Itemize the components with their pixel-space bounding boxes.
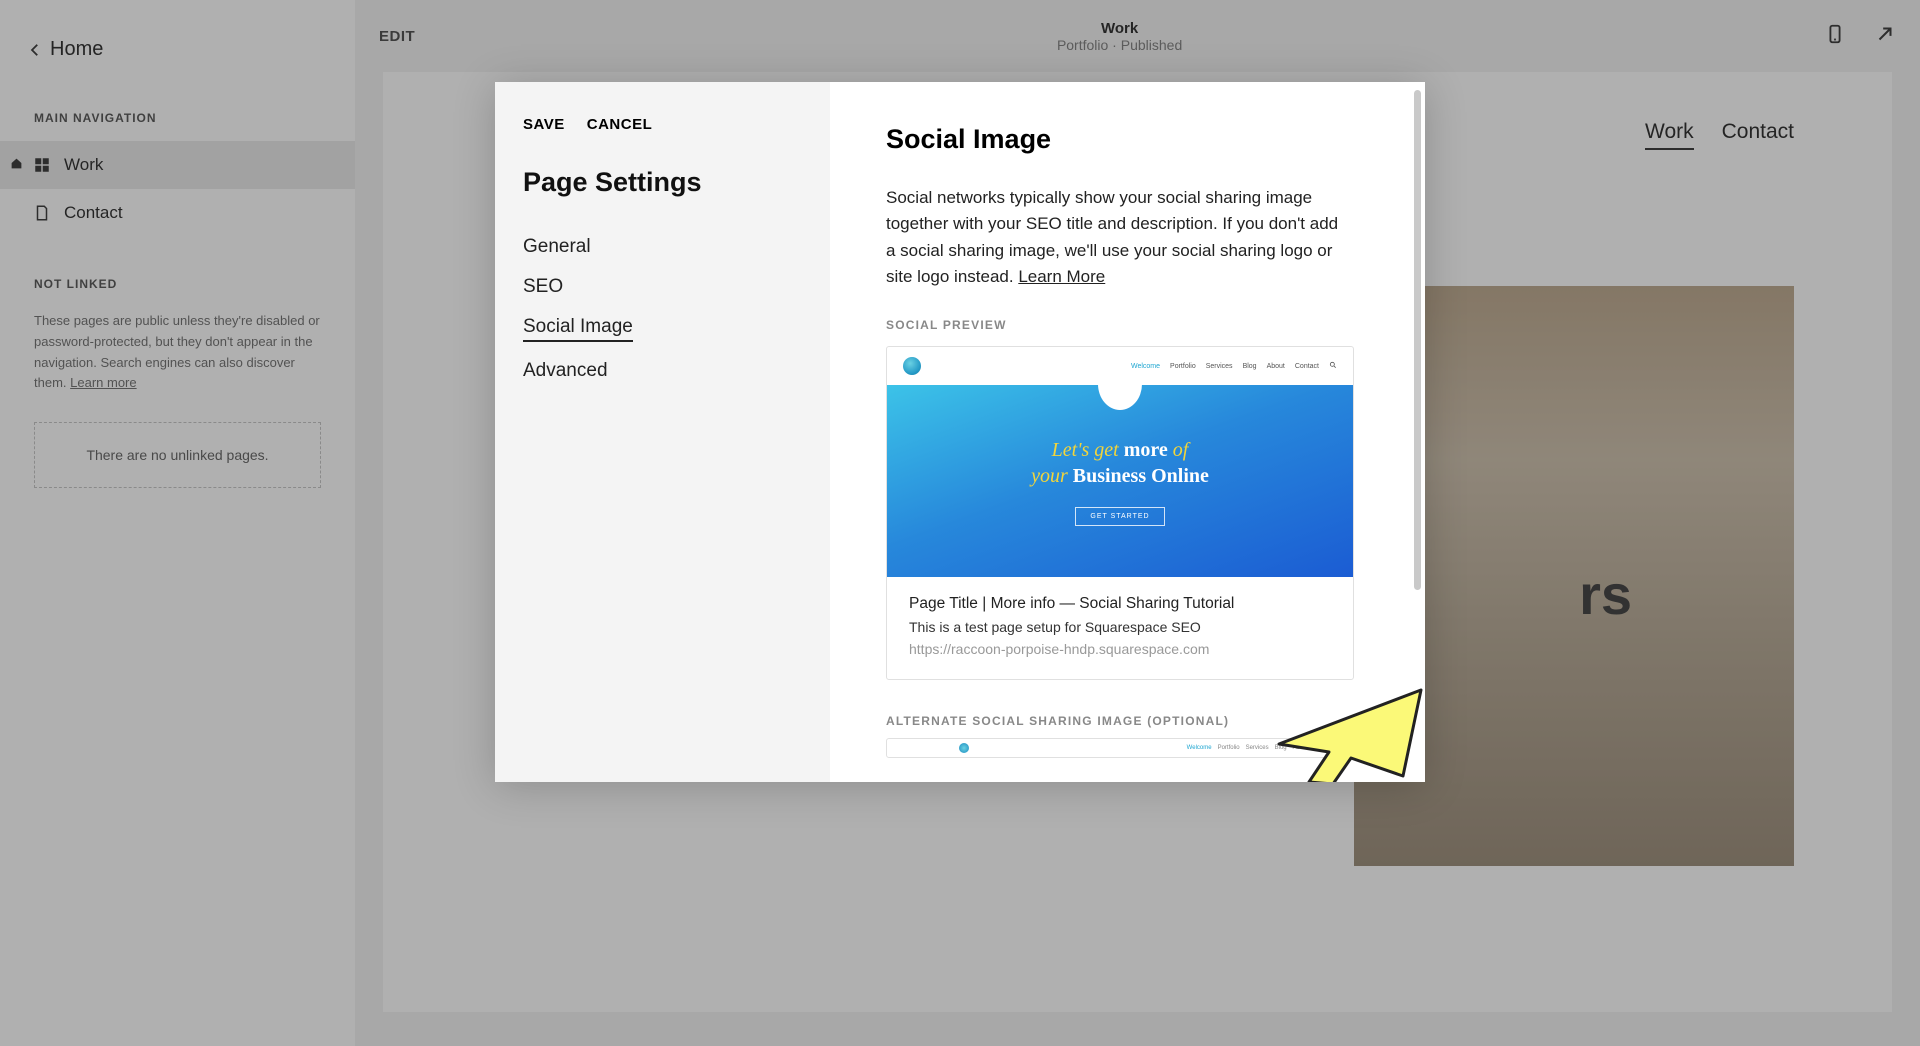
cancel-button[interactable]: CANCEL	[587, 116, 653, 133]
social-preview-label: SOCIAL PREVIEW	[886, 318, 1369, 332]
preview-hero: Let's get more of your Business Online G…	[887, 385, 1353, 577]
preview-meta-desc: This is a test page setup for Squarespac…	[909, 619, 1331, 635]
preview-hero-text: Let's get more of your Business Online	[1031, 437, 1209, 489]
preview-cta-button: GET STARTED	[1075, 507, 1164, 526]
preview-card-header: Welcome Portfolio Services Blog About Co…	[887, 347, 1353, 385]
tab-social-image[interactable]: Social Image	[523, 316, 633, 342]
tab-advanced[interactable]: Advanced	[523, 360, 802, 382]
preview-mini-nav: Welcome Portfolio Services Blog About Co…	[1131, 361, 1337, 371]
content-title: Social Image	[886, 124, 1369, 155]
save-button[interactable]: SAVE	[523, 116, 565, 133]
search-icon	[1329, 361, 1337, 371]
tab-seo[interactable]: SEO	[523, 276, 802, 298]
modal-overlay[interactable]: SAVE CANCEL Page Settings General SEO So…	[0, 0, 1920, 1046]
learn-more-link[interactable]: Learn More	[1018, 267, 1105, 286]
modal-title: Page Settings	[523, 167, 802, 198]
tab-general[interactable]: General	[523, 236, 802, 258]
content-description: Social networks typically show your soci…	[886, 185, 1346, 290]
preview-logo-icon	[903, 357, 921, 375]
page-settings-modal: SAVE CANCEL Page Settings General SEO So…	[495, 82, 1425, 782]
alternate-image-label: ALTERNATE SOCIAL SHARING IMAGE (OPTIONAL…	[886, 714, 1369, 728]
preview-meta: Page Title | More info — Social Sharing …	[887, 577, 1353, 679]
preview-meta-title: Page Title | More info — Social Sharing …	[909, 595, 1331, 613]
annotation-cursor-arrow-icon	[1261, 682, 1425, 782]
preview-meta-url: https://raccoon-porpoise-hndp.squarespac…	[909, 641, 1331, 657]
preview-notch	[1098, 384, 1142, 410]
modal-sidebar: SAVE CANCEL Page Settings General SEO So…	[495, 82, 830, 782]
social-preview-card: Welcome Portfolio Services Blog About Co…	[886, 346, 1354, 680]
modal-content: Social Image Social networks typically s…	[830, 82, 1425, 782]
alt-logo-icon	[959, 743, 969, 753]
alternate-image-strip[interactable]: Welcome Portfolio Services Blog About Co…	[886, 738, 1364, 758]
